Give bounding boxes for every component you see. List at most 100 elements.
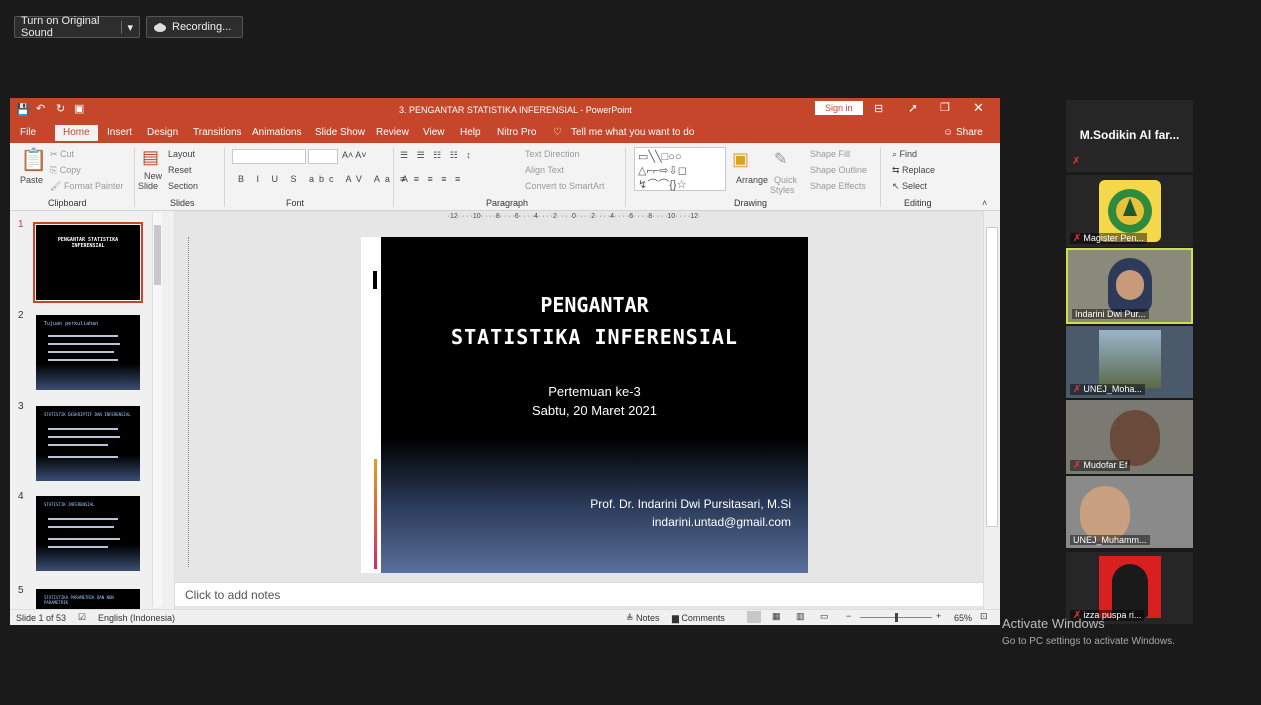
tab-help[interactable]: Help — [460, 127, 481, 138]
collapse-ribbon-icon[interactable]: ˄ — [982, 198, 987, 208]
arrange-icon[interactable]: ▣ — [732, 149, 749, 170]
thumb-text-line — [48, 343, 120, 345]
participant-tile-4[interactable]: ✗ UNEJ_Moha... — [1066, 326, 1193, 398]
align-text-button[interactable]: Align Text — [525, 165, 564, 175]
quick-styles-icon[interactable]: ✎ — [774, 149, 787, 169]
format-painter-label: Format Painter — [63, 181, 124, 191]
tab-home[interactable]: Home — [55, 125, 98, 141]
list-icons[interactable]: ☰ ☰ ☷ ☷ ↕ — [400, 150, 474, 161]
arrange-button[interactable]: Arrange — [736, 175, 768, 185]
new-slide-label-2[interactable]: Slide — [138, 181, 158, 191]
tab-file[interactable]: File — [20, 127, 36, 138]
avatar — [1099, 556, 1161, 618]
font-name-select[interactable] — [232, 149, 306, 164]
thumb-text-line — [48, 538, 120, 540]
align-icons[interactable]: ≡ ≡ ≡ ≡ ≡ — [400, 174, 463, 184]
thumb-number: 5 — [18, 585, 24, 596]
slide-sorter-icon[interactable]: ▦ — [772, 611, 781, 622]
normal-view-icon[interactable] — [747, 611, 761, 623]
ribbon: 📋 Paste ✂ Cut ⎘ Copy 🖌 Format Painter Cl… — [10, 143, 1000, 211]
present-icon[interactable]: ▣ — [74, 102, 84, 115]
zoom-level[interactable]: 65% — [954, 613, 972, 623]
original-sound-label: Turn on Original Sound — [21, 15, 100, 39]
tab-transitions[interactable]: Transitions — [193, 127, 242, 138]
shape-outline-button[interactable]: Shape Outline — [810, 165, 867, 175]
font-size-select[interactable] — [308, 149, 338, 164]
slide-thumbnail-3[interactable]: STATISTIK DESKRIPTIF DAN INFERENSIAL — [36, 406, 140, 481]
reading-view-icon[interactable]: ▥ — [796, 611, 805, 622]
shape-effects-button[interactable]: Shape Effects — [810, 181, 866, 191]
tab-slide-show[interactable]: Slide Show — [315, 127, 365, 138]
thumb-title: STATISTIK INFERENSIAL — [44, 502, 95, 507]
language-label[interactable]: English (Indonesia) — [98, 613, 175, 623]
layout-button[interactable]: Layout — [168, 149, 195, 159]
editing-group-label: Editing — [904, 198, 932, 208]
slide-thumbnail-4[interactable]: STATISTIK INFERENSIAL — [36, 496, 140, 571]
zoom-in-icon[interactable]: + — [936, 611, 941, 621]
redo-icon[interactable]: ↻ — [56, 102, 65, 115]
paste-button[interactable]: Paste — [20, 175, 43, 185]
participant-tile-2[interactable]: ✗ Magister Pen... — [1066, 175, 1193, 247]
shapes-gallery[interactable]: ▭╲╲□○○ △⌐⌐⇨⇩◻ ↯⌒⌒{}☆ — [634, 147, 726, 191]
fit-slide-icon[interactable]: ⊡ — [980, 611, 988, 622]
participant-tile-1[interactable]: M.Sodikin Al far... ✗ — [1066, 100, 1193, 172]
notes-toggle[interactable]: ≜ Notes — [626, 613, 660, 624]
title-bar: 💾 ↶ ↻ ▣ 3. PENGANTAR STATISTIKA INFERENS… — [10, 98, 1000, 122]
slide-thumbnail-5[interactable]: STATISTIKA PARAMETRIK DAN NON PARAMETRIK — [36, 589, 140, 609]
format-painter-button[interactable]: 🖌 Format Painter — [50, 181, 123, 192]
tab-nitro-pro[interactable]: Nitro Pro — [497, 127, 536, 138]
text-direction-button[interactable]: Text Direction — [525, 149, 580, 159]
scrollbar-thumb[interactable] — [154, 225, 161, 285]
slide-decoration — [374, 459, 377, 569]
convert-smartart-button[interactable]: Convert to SmartArt — [525, 181, 605, 191]
copy-button[interactable]: ⎘ Copy — [50, 165, 81, 176]
zoom-slider[interactable] — [860, 613, 932, 622]
save-icon[interactable]: 💾 — [16, 103, 30, 116]
find-button[interactable]: ⌕ Find — [892, 149, 917, 160]
participant-tile-5[interactable]: ✗ Mudofar Ef — [1066, 400, 1193, 474]
participant-tile-6[interactable]: UNEJ_Muhamm... — [1066, 476, 1193, 548]
zoom-out-icon[interactable]: − — [846, 611, 851, 621]
reset-button[interactable]: Reset — [168, 165, 192, 175]
select-button[interactable]: ↖ Select — [892, 181, 927, 192]
tab-insert[interactable]: Insert — [107, 127, 132, 138]
participant-tile-3-active-speaker[interactable]: Indarini Dwi Pur... — [1066, 248, 1193, 324]
sign-in-button[interactable]: Sign in — [815, 101, 863, 115]
slide-thumbnail-1[interactable]: PENGANTAR STATISTIKA INFERENSIAL — [33, 222, 143, 303]
tab-animations[interactable]: Animations — [252, 127, 301, 138]
slide-canvas[interactable]: PENGANTAR STATISTIKA INFERENSIAL Pertemu… — [361, 237, 808, 573]
original-sound-button[interactable]: Turn on Original Sound ▾ — [14, 15, 140, 39]
comments-toggle[interactable]: ▆ Comments — [672, 613, 725, 624]
tab-view[interactable]: View — [423, 127, 445, 138]
font-grow-icon[interactable]: A˄ A˅ — [342, 150, 367, 160]
quick-styles-button[interactable]: Quick — [774, 175, 797, 185]
zoom-slider-thumb[interactable] — [895, 613, 898, 622]
ribbon-display-icon[interactable]: ⊟ — [874, 102, 883, 115]
participant-tile-7[interactable]: ✗ izza puspa ri... — [1066, 552, 1193, 624]
replace-button[interactable]: ⇆ Replace — [892, 165, 935, 176]
cut-button[interactable]: ✂ Cut — [50, 149, 74, 160]
close-icon[interactable]: ✕ — [973, 100, 984, 116]
share-button[interactable]: ☺ Share — [943, 127, 983, 138]
undo-icon[interactable]: ↶ — [36, 102, 45, 115]
shape-fill-button[interactable]: Shape Fill — [810, 149, 850, 159]
slideshow-view-icon[interactable]: ▭ — [820, 611, 829, 622]
restore-icon[interactable]: ❐ — [940, 101, 950, 114]
new-slide-label[interactable]: New — [144, 171, 162, 181]
spelling-icon[interactable]: ☑ — [78, 612, 86, 623]
tell-me-input[interactable]: Tell me what you want to do — [571, 127, 694, 138]
font-format-icons[interactable]: B I U S abc AV Aa A — [238, 174, 413, 184]
thumbnail-scrollbar[interactable] — [152, 213, 162, 607]
scrollbar-thumb[interactable] — [986, 227, 998, 527]
new-slide-icon[interactable]: ▤ — [142, 147, 159, 168]
chevron-down-icon[interactable]: ▾ — [121, 20, 133, 34]
recording-indicator[interactable]: Recording... — [146, 16, 243, 38]
slide-thumbnail-2[interactable]: Tujuan perkuliahan — [36, 315, 140, 390]
tab-design[interactable]: Design — [147, 127, 178, 138]
section-button[interactable]: Section — [168, 181, 198, 191]
notes-pane[interactable]: Click to add notes — [175, 582, 983, 606]
paste-icon[interactable]: 📋 — [20, 147, 47, 173]
tab-review[interactable]: Review — [376, 127, 409, 138]
editor-scrollbar[interactable] — [983, 211, 1000, 609]
notes-placeholder: Click to add notes — [185, 588, 281, 602]
